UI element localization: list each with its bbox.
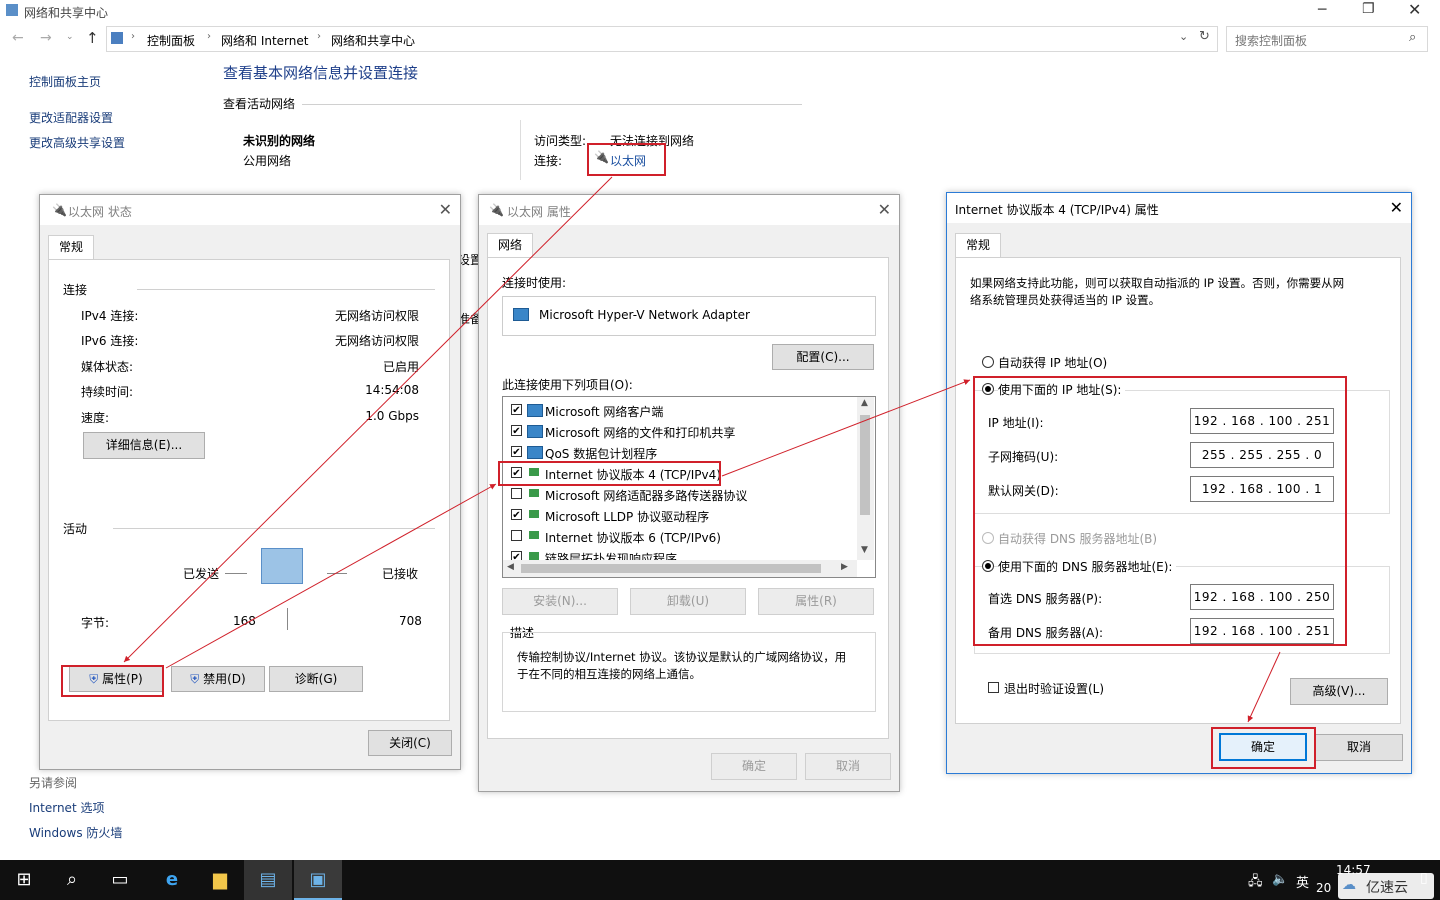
arrow-settings-to-ok (1247, 651, 1281, 723)
network-tray-icon[interactable]: 🖧 (1248, 872, 1263, 894)
control-panel-taskbar-icon[interactable]: ▣ (294, 860, 342, 900)
taskbar: ⊞ ⌕ ▭ e ▆ ▤ ▣ 🖧 🔈 英 14:57 20 ▯ (0, 860, 1440, 900)
watermark-logo-icon: ☁ (1342, 877, 1356, 893)
search-icon[interactable]: ⌕ (48, 860, 96, 900)
clock-date[interactable]: 20 (1316, 881, 1331, 895)
task-view-icon[interactable]: ▭ (96, 860, 144, 900)
volume-icon[interactable]: 🔈 (1272, 872, 1288, 887)
watermark-text: 亿速云 (1366, 880, 1408, 896)
internet-explorer-icon[interactable]: e (148, 860, 196, 900)
watermark: ☁ 亿速云 (1338, 873, 1434, 899)
annotation-arrows (123, 176, 1281, 723)
arrow-properties-to-ipv4 (165, 483, 497, 669)
ime-indicator[interactable]: 英 (1296, 872, 1309, 891)
arrow-ethernet-to-properties (123, 176, 613, 663)
server-manager-icon[interactable]: ▤ (244, 860, 292, 900)
arrow-ipv4-to-settings (721, 379, 971, 477)
file-explorer-icon[interactable]: ▆ (196, 860, 244, 900)
start-windows-icon[interactable]: ⊞ (0, 860, 48, 900)
